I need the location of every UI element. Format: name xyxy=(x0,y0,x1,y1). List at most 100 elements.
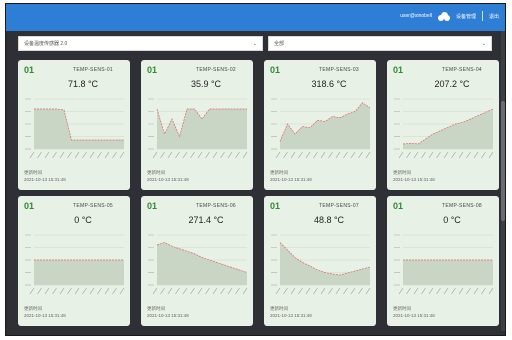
x-tick xyxy=(350,151,356,159)
x-tick xyxy=(119,151,125,159)
update-label: 更新时间 xyxy=(147,306,165,311)
x-tick xyxy=(436,151,441,159)
x-tick xyxy=(466,151,471,159)
update-label: 更新时间 xyxy=(393,306,411,311)
series-area xyxy=(403,109,493,149)
x-tick xyxy=(320,287,326,295)
x-tick xyxy=(365,287,371,295)
x-tick xyxy=(275,151,281,159)
sensor-card[interactable]: 01 TEMP-SENS-03 318.6 °C 更新时间 2021-10-13 15:… xyxy=(264,60,376,190)
x-tick xyxy=(283,287,288,295)
temperature-chart xyxy=(25,98,125,159)
update-label: 更新时间 xyxy=(270,170,288,175)
scrollbar-thumb[interactable] xyxy=(501,101,505,221)
settings-link[interactable]: 设备管理 xyxy=(456,13,476,20)
sensor-card[interactable]: 01 TEMP-SENS-06 271.4 °C 更新时间 2021-10-13 15:… xyxy=(141,196,253,326)
x-tick xyxy=(82,287,87,295)
sensor-card[interactable]: 01 TEMP-SENS-05 0 °C 更新时间 2021-10-13 15:31:4… xyxy=(18,196,130,326)
x-tick xyxy=(37,287,42,295)
update-label: 更新时间 xyxy=(147,170,165,175)
x-tick xyxy=(182,151,188,159)
x-tick xyxy=(152,151,158,159)
sensor-card[interactable]: 01 TEMP-SENS-04 207.2 °C 更新时间 2021-10-13 15:… xyxy=(387,60,499,190)
x-tick xyxy=(298,287,303,295)
series-area xyxy=(280,242,370,285)
x-tick xyxy=(335,287,341,295)
x-tick xyxy=(358,151,363,159)
x-tick xyxy=(167,287,173,295)
x-tick xyxy=(428,151,434,159)
update-time: 2021-10-13 15:31:48 xyxy=(393,177,435,182)
card-number: 01 xyxy=(393,201,404,211)
x-tick xyxy=(104,151,110,159)
x-tick xyxy=(365,151,371,159)
x-tick xyxy=(242,287,248,295)
status-select[interactable]: 全部 ⌄ xyxy=(268,36,492,51)
series-area xyxy=(157,242,247,285)
x-tick xyxy=(67,287,72,295)
logout-link[interactable]: 退出 xyxy=(489,13,499,20)
x-tick xyxy=(343,151,348,159)
series-area xyxy=(34,109,124,149)
x-tick xyxy=(29,287,35,295)
x-tick xyxy=(205,287,210,295)
x-tick xyxy=(59,151,65,159)
x-tick xyxy=(97,287,102,295)
x-tick xyxy=(44,151,50,159)
x-tick xyxy=(481,287,486,295)
x-tick xyxy=(44,287,50,295)
temperature-value: 271.4 °C xyxy=(188,215,224,225)
update-time: 2021-10-13 15:31:48 xyxy=(270,313,312,318)
cloud-icon[interactable] xyxy=(437,11,450,21)
x-tick xyxy=(89,287,95,295)
chevron-down-icon: ⌄ xyxy=(252,40,257,47)
sensor-card[interactable]: 01 TEMP-SENS-08 0 °C 更新时间 2021-10-13 15:31:4… xyxy=(387,196,499,326)
x-tick xyxy=(212,151,218,159)
update-label: 更新时间 xyxy=(24,306,42,311)
x-tick xyxy=(305,287,311,295)
x-tick xyxy=(458,287,464,295)
x-tick xyxy=(52,287,57,295)
app-window: user@sinobell 设备管理 退出 设备温度传感器 2.0 ⌄ 全部 ⌄… xyxy=(5,3,506,336)
user-label[interactable]: user@sinobell xyxy=(400,13,432,19)
x-tick xyxy=(182,287,188,295)
x-tick xyxy=(451,287,456,295)
sensor-id: TEMP-SENS-05 xyxy=(73,203,113,209)
chevron-down-icon: ⌄ xyxy=(481,40,486,47)
scrollbar[interactable] xyxy=(501,31,505,331)
x-tick xyxy=(290,151,296,159)
x-tick xyxy=(283,151,288,159)
x-tick xyxy=(473,151,479,159)
x-tick xyxy=(190,151,195,159)
x-tick xyxy=(466,287,471,295)
temperature-chart xyxy=(271,98,371,159)
card-number: 01 xyxy=(270,201,281,211)
card-number: 01 xyxy=(24,65,35,75)
device-select[interactable]: 设备温度传感器 2.0 ⌄ xyxy=(18,36,263,51)
x-tick xyxy=(160,151,165,159)
sensor-card[interactable]: 01 TEMP-SENS-02 35.9 °C 更新时间 2021-10-13 15:3… xyxy=(141,60,253,190)
temperature-chart xyxy=(148,98,248,159)
sensor-id: TEMP-SENS-01 xyxy=(73,67,113,73)
x-tick xyxy=(74,287,80,295)
x-tick xyxy=(398,151,404,159)
sensor-card[interactable]: 01 TEMP-SENS-01 71.8 °C 更新时间 2021-10-13 15:3… xyxy=(18,60,130,190)
x-tick xyxy=(227,151,233,159)
temperature-value: 318.6 °C xyxy=(311,79,347,89)
x-tick xyxy=(428,287,434,295)
x-tick xyxy=(488,151,494,159)
sensor-card[interactable]: 01 TEMP-SENS-07 48.8 °C 更新时间 2021-10-13 15:3… xyxy=(264,196,376,326)
temperature-value: 0 °C xyxy=(74,215,92,225)
temperature-value: 71.8 °C xyxy=(67,79,99,89)
x-tick xyxy=(160,287,165,295)
temperature-chart xyxy=(271,234,371,295)
update-time: 2021-10-13 15:31:48 xyxy=(147,313,189,318)
x-tick xyxy=(205,151,210,159)
card-number: 01 xyxy=(147,65,158,75)
x-tick xyxy=(197,151,203,159)
x-tick xyxy=(421,287,426,295)
x-tick xyxy=(152,287,158,295)
status-select-value: 全部 xyxy=(274,41,285,47)
sensor-id: TEMP-SENS-04 xyxy=(442,67,482,73)
top-bar: user@sinobell 设备管理 退出 xyxy=(6,4,505,31)
